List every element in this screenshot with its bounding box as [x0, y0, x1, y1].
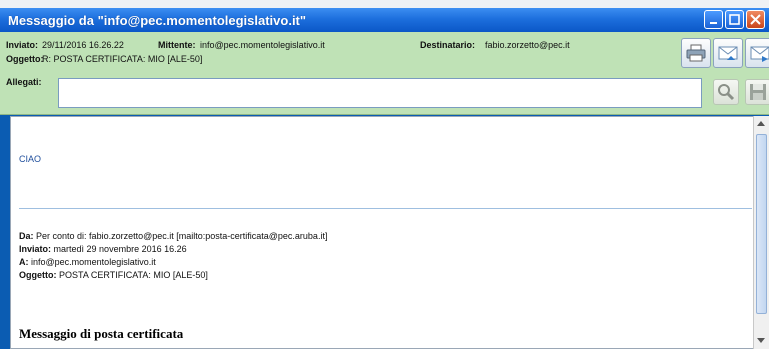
destinatario-label: Destinatario:: [420, 40, 476, 50]
forward-icon: [750, 46, 769, 62]
search-icon: [718, 84, 735, 101]
message-heading: Messaggio di posta certificata: [19, 326, 184, 341]
mittente-value: info@pec.momentolegislativo.it: [200, 40, 325, 50]
print-icon: [686, 44, 706, 62]
title-bar[interactable]: Messaggio da "info@pec.momentolegislativ…: [0, 8, 769, 32]
scroll-up-icon[interactable]: [757, 121, 765, 126]
a-label: A:: [19, 257, 29, 267]
forward-button[interactable]: [745, 38, 769, 68]
da-label: Da:: [19, 231, 34, 241]
a-value: info@pec.momentolegislativo.it: [31, 257, 156, 267]
inviato-line-value: martedì 29 novembre 2016 16.26: [53, 244, 187, 254]
reply-button[interactable]: [713, 38, 743, 68]
oggetto-line-label: Oggetto:: [19, 270, 57, 280]
close-button[interactable]: [746, 10, 765, 29]
separator-line: [19, 208, 752, 209]
vertical-scrollbar[interactable]: [753, 116, 769, 349]
inviato-line: Inviato: martedì 29 novembre 2016 16.26: [19, 244, 187, 254]
da-value: Per conto di: fabio.zorzetto@pec.it [mai…: [36, 231, 328, 241]
close-icon: [750, 14, 761, 25]
attachments-box[interactable]: [58, 78, 702, 108]
a-line: A: info@pec.momentolegislativo.it: [19, 257, 156, 267]
save-icon: [750, 84, 766, 100]
message-header: Inviato: 29/11/2016 16.26.22 Mittente: i…: [0, 32, 769, 115]
mittente-label: Mittente:: [158, 40, 196, 50]
oggetto-line-value: POSTA CERTIFICATA: MIO [ALE-50]: [59, 270, 208, 280]
background-list-strip: [0, 0, 769, 8]
minimize-icon: [710, 22, 717, 24]
oggetto-label: Oggetto:: [6, 54, 44, 64]
message-window: Messaggio da "info@pec.momentolegislativ…: [0, 8, 769, 349]
print-button[interactable]: [681, 38, 711, 68]
inviato-value: 29/11/2016 16.26.22: [42, 40, 124, 50]
scroll-down-icon[interactable]: [757, 338, 765, 343]
minimize-button[interactable]: [704, 10, 723, 29]
inviato-label: Inviato:: [6, 40, 39, 50]
maximize-button[interactable]: [725, 10, 744, 29]
save-attachment-button[interactable]: [745, 79, 769, 105]
allegati-label: Allegati:: [6, 77, 42, 87]
reply-icon: [718, 46, 738, 60]
search-attachment-button[interactable]: [713, 79, 739, 105]
greeting-text: CIAO: [19, 154, 42, 164]
window-title: Messaggio da "info@pec.momentolegislativ…: [8, 13, 307, 28]
maximize-icon: [729, 14, 740, 25]
oggetto-value: R: POSTA CERTIFICATA: MIO [ALE-50]: [42, 54, 203, 64]
inviato-line-label: Inviato:: [19, 244, 52, 254]
oggetto-line: Oggetto: POSTA CERTIFICATA: MIO [ALE-50]: [19, 270, 208, 280]
scroll-thumb[interactable]: [756, 134, 767, 314]
da-line: Da: Per conto di: fabio.zorzetto@pec.it …: [19, 231, 327, 241]
destinatario-value: fabio.zorzetto@pec.it: [485, 40, 570, 50]
message-body[interactable]: CIAO Da: Per conto di: fabio.zorzetto@pe…: [10, 116, 753, 349]
